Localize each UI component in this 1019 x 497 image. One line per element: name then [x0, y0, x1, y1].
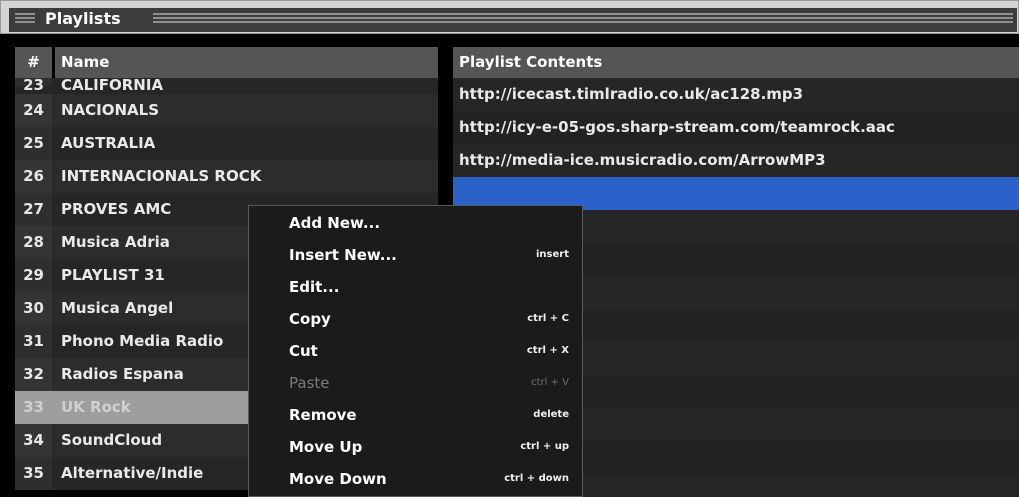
playlist-row-name: NACIONALS [61, 101, 160, 119]
contents-row[interactable]: http://icy-e-05-gos.sharp-stream.com/tea… [453, 111, 1019, 144]
menu-item-label: Edit... [289, 278, 340, 296]
playlist-row-name: Phono Media Radio [61, 332, 224, 350]
menu-item-shortcut: ctrl + down [504, 473, 569, 484]
menu-item-insert-new[interactable]: Insert New... insert [289, 239, 579, 271]
playlists-panel-header: Playlists [0, 0, 1019, 34]
panel-title: Playlists [45, 9, 121, 28]
playlist-row-number: 30 [15, 292, 52, 325]
menu-item-shortcut: ctrl + V [531, 377, 569, 388]
column-header-name[interactable]: Name [55, 47, 438, 78]
playlist-row-number: 31 [15, 325, 52, 358]
playlist-row-number: 29 [15, 259, 52, 292]
playlist-row-name: PLAYLIST 31 [61, 266, 165, 284]
playlist-row-number: 24 [15, 94, 52, 127]
playlist-row-number: 27 [15, 193, 52, 226]
contents-row[interactable]: http://media-ice.musicradio.com/ArrowMP3 [453, 144, 1019, 177]
menu-item-remove[interactable]: Remove delete [289, 399, 579, 431]
menu-item-label: Remove [289, 406, 357, 424]
playlist-row[interactable]: 24 NACIONALS [15, 94, 438, 127]
column-header-name-label: Name [61, 53, 110, 71]
menu-item-shortcut: ctrl + X [526, 345, 569, 356]
playlist-row-name: UK Rock [61, 398, 131, 416]
menu-item-label: Cut [289, 342, 318, 360]
playlist-row-name: PROVES AMC [61, 200, 172, 218]
menu-item-shortcut: ctrl + C [527, 313, 569, 324]
playlist-row-number: 33 [23, 398, 44, 416]
playlist-row-name: AUSTRALIA [61, 134, 156, 152]
playlist-row-name: Musica Adria [61, 233, 170, 251]
menu-item-edit[interactable]: Edit... [289, 271, 579, 303]
playlist-row-number: 26 [15, 160, 52, 193]
menu-item-cut[interactable]: Cut ctrl + X [289, 335, 579, 367]
menu-item-shortcut: ctrl + up [520, 441, 569, 452]
playlist-row[interactable]: 23 CALIFORNIA [15, 78, 438, 94]
column-header-contents[interactable]: Playlist Contents [453, 47, 1019, 78]
column-header-num-label: # [27, 53, 40, 71]
playlist-row[interactable]: 26 INTERNACIONALS ROCK [15, 160, 438, 193]
context-menu: Add New... Insert New... insert Edit... … [248, 205, 583, 497]
menu-item-label: Move Up [289, 438, 363, 456]
playlist-row-name: SoundCloud [61, 431, 163, 449]
playlist-row-name: Alternative/Indie [61, 464, 204, 482]
menu-item-add-new[interactable]: Add New... [289, 207, 579, 239]
grip-left [15, 13, 35, 25]
menu-item-paste: Paste ctrl + V [289, 367, 579, 399]
menu-item-label: Move Down [289, 470, 387, 488]
menu-item-label: Insert New... [289, 246, 397, 264]
playlist-row-name: Radios Espana [61, 365, 184, 383]
menu-item-move-up[interactable]: Move Up ctrl + up [289, 431, 579, 463]
playlist-row-number: 34 [15, 424, 52, 457]
playlist-row-number: 23 [15, 78, 52, 94]
contents-row[interactable]: http://icecast.timlradio.co.uk/ac128.mp3 [453, 78, 1019, 111]
grip-right [153, 13, 1013, 25]
menu-item-move-down[interactable]: Move Down ctrl + down [289, 463, 579, 495]
menu-item-label: Add New... [289, 214, 381, 232]
playlist-row-number: 32 [15, 358, 52, 391]
menu-item-label: Paste [289, 374, 330, 392]
playlist-row-number: 35 [15, 457, 52, 490]
menu-item-copy[interactable]: Copy ctrl + C [289, 303, 579, 335]
column-header-contents-label: Playlist Contents [459, 53, 603, 71]
playlist-row-number: 28 [15, 226, 52, 259]
menu-item-shortcut: delete [533, 409, 569, 420]
menu-item-label: Copy [289, 310, 331, 328]
playlist-row-number: 25 [15, 127, 52, 160]
playlist-row[interactable]: 25 AUSTRALIA [15, 127, 438, 160]
menu-item-shortcut: insert [536, 249, 569, 260]
playlist-row-name: INTERNACIONALS ROCK [61, 167, 262, 185]
playlist-row-name: CALIFORNIA [61, 78, 164, 94]
playlist-row-name: Musica Angel [61, 299, 174, 317]
column-header-num[interactable]: # [15, 47, 52, 78]
